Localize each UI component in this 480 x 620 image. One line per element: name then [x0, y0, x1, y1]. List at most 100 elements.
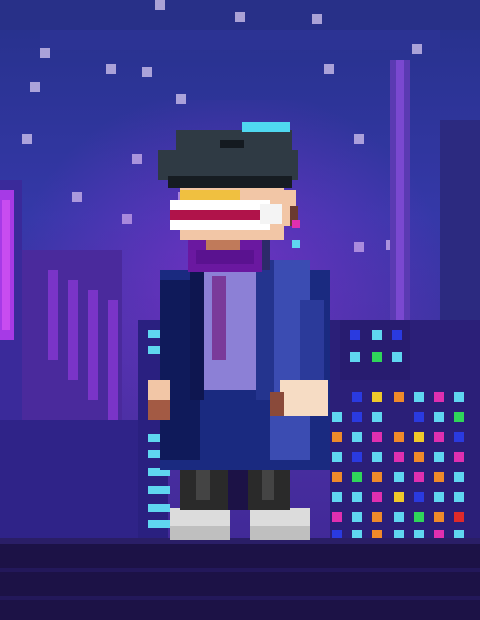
- right-hand: [280, 380, 328, 416]
- ear-accessory: [292, 240, 300, 248]
- window-light-14: [352, 392, 362, 402]
- visor-white-top: [170, 200, 270, 210]
- window-light-19: [454, 392, 464, 402]
- visor-gold: [180, 190, 240, 200]
- window-light-35: [372, 452, 382, 462]
- hat-brim-underside: [168, 176, 292, 188]
- window-light-15: [372, 392, 382, 402]
- window-light-30: [414, 432, 424, 442]
- window-light-55: [352, 512, 362, 522]
- window-light-59: [434, 512, 444, 522]
- window-light-48: [352, 492, 362, 502]
- window-light-9: [372, 330, 382, 340]
- star-7: [324, 64, 334, 74]
- beard-shade: [196, 250, 254, 264]
- window-light-38: [434, 452, 444, 462]
- window-light-34: [352, 452, 362, 462]
- star-3: [40, 48, 50, 58]
- window-light-43: [394, 472, 404, 482]
- left-hand-shadow: [148, 400, 170, 420]
- star-2: [312, 14, 322, 24]
- window-light-21: [352, 412, 362, 422]
- ground-top-line: [0, 538, 480, 544]
- right-upper-block: [340, 320, 410, 380]
- ground-stripe-2: [0, 596, 480, 600]
- window-light-32: [454, 432, 464, 442]
- window-light-44: [414, 472, 424, 482]
- window-light-33: [332, 452, 342, 462]
- visor-tip: [260, 204, 282, 224]
- hat-shade: [220, 140, 244, 148]
- right-shoe-shadow: [250, 526, 310, 540]
- scene-svg: [0, 0, 480, 620]
- window-light-46: [454, 472, 464, 482]
- window-light-52: [434, 492, 444, 502]
- window-light-24: [434, 412, 444, 422]
- left-shoe-shadow: [170, 526, 230, 540]
- window-light-37: [414, 452, 424, 462]
- shirt: [200, 270, 260, 390]
- hat-brim: [158, 150, 298, 180]
- stripe-4: [108, 300, 118, 420]
- star-8: [30, 82, 40, 92]
- window-light-7: [148, 520, 170, 528]
- tie: [212, 276, 226, 360]
- game-scene: [0, 0, 480, 620]
- stripe-1: [48, 270, 58, 360]
- left-low-block: [0, 420, 140, 540]
- window-light-18: [434, 392, 444, 402]
- star-6: [412, 44, 422, 54]
- window-light-56: [372, 512, 382, 522]
- stripe-2: [68, 280, 78, 380]
- window-light-12: [372, 352, 382, 362]
- window-light-49: [372, 492, 382, 502]
- window-light-16: [394, 392, 404, 402]
- star-5: [142, 67, 152, 77]
- right-hand-shadow: [270, 392, 284, 416]
- window-light-17: [414, 392, 424, 402]
- left-neon-sign-core: [2, 200, 10, 330]
- lapel-left: [190, 260, 204, 400]
- star-0: [155, 0, 165, 10]
- window-light-26: [332, 432, 342, 442]
- star-4: [106, 64, 116, 74]
- window-light-45: [434, 472, 444, 482]
- window-light-40: [332, 472, 342, 482]
- sky-band-step: [40, 30, 440, 50]
- window-light-6: [148, 504, 170, 512]
- window-light-28: [372, 432, 382, 442]
- window-light-20: [332, 412, 342, 422]
- window-light-51: [414, 492, 424, 502]
- window-light-41: [352, 472, 362, 482]
- window-light-5: [148, 486, 170, 494]
- earring: [292, 220, 300, 228]
- hat-glow: [242, 122, 290, 132]
- window-light-31: [434, 432, 444, 442]
- window-light-57: [394, 512, 404, 522]
- window-light-42: [372, 472, 382, 482]
- window-light-23: [414, 412, 424, 422]
- visor-white-bottom: [170, 220, 270, 230]
- visor-red: [170, 210, 260, 220]
- star-1: [235, 12, 245, 22]
- ground: [0, 538, 480, 620]
- window-light-60: [454, 512, 464, 522]
- window-light-25: [454, 412, 464, 422]
- lapel-right: [256, 260, 274, 400]
- stripe-3: [88, 290, 98, 400]
- mouth: [206, 240, 240, 250]
- window-light-10: [392, 330, 402, 340]
- window-light-36: [394, 452, 404, 462]
- window-light-53: [454, 492, 464, 502]
- right-spire-light: [396, 60, 404, 360]
- window-light-58: [414, 512, 424, 522]
- window-light-11: [350, 352, 360, 362]
- window-light-54: [332, 512, 342, 522]
- window-light-27: [352, 432, 362, 442]
- window-light-22: [372, 412, 382, 422]
- window-light-50: [394, 492, 404, 502]
- coat-right-edge: [300, 300, 324, 390]
- ground-slab: [0, 544, 480, 620]
- ground-stripe-1: [0, 568, 480, 572]
- window-light-47: [332, 492, 342, 502]
